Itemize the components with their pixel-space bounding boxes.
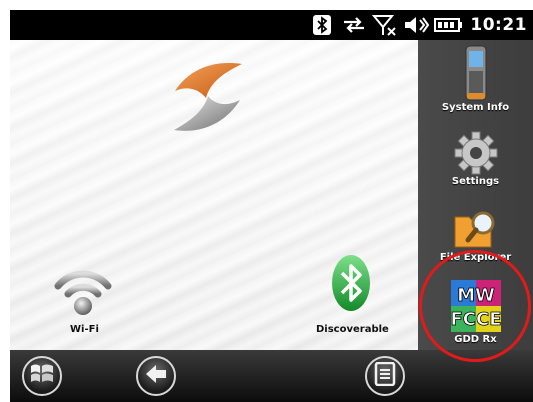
back-button[interactable]	[136, 356, 176, 396]
svg-text:FCCE: FCCE	[450, 309, 501, 330]
wifi-label[interactable]: Wi-Fi	[70, 324, 99, 335]
side-item-file-explorer[interactable]: File Explorer	[418, 206, 533, 263]
wifi-icon[interactable]	[54, 260, 112, 318]
menu-icon	[374, 361, 396, 390]
side-item-label: File Explorer	[439, 252, 512, 263]
taskbar	[10, 350, 533, 402]
menu-button[interactable]	[365, 356, 405, 396]
device-icon	[418, 44, 533, 102]
device-screen: 10:21 Wi-Fi Discoverable System Info Set…	[10, 10, 533, 402]
brand-logo	[170, 58, 245, 138]
discoverable-label[interactable]: Discoverable	[316, 324, 389, 335]
app-icon: MW FCCE	[418, 278, 533, 334]
folder-search-icon	[418, 206, 533, 252]
start-button[interactable]	[22, 356, 62, 396]
no-signal-icon[interactable]	[372, 14, 398, 36]
side-item-gdd-rx[interactable]: MW FCCE GDD Rx	[418, 278, 533, 345]
side-item-label: System Info	[441, 102, 510, 113]
battery-icon[interactable]	[434, 14, 462, 36]
clock[interactable]: 10:21	[470, 15, 527, 35]
status-bar: 10:21	[10, 10, 533, 40]
svg-text:MW: MW	[457, 285, 495, 306]
side-item-label: GDD Rx	[454, 334, 497, 345]
gear-icon	[418, 130, 533, 176]
side-item-label: Settings	[451, 176, 500, 187]
volume-icon[interactable]	[403, 14, 429, 36]
bluetooth-icon[interactable]	[312, 14, 332, 36]
side-panel: System Info Settings File Explorer MW FC…	[418, 40, 533, 350]
sync-arrows-icon[interactable]	[342, 14, 366, 36]
start-icon	[29, 362, 55, 390]
back-icon	[144, 363, 168, 389]
desktop-area: Wi-Fi Discoverable	[10, 40, 418, 350]
bluetooth-icon[interactable]	[331, 254, 371, 312]
side-item-system-info[interactable]: System Info	[418, 44, 533, 113]
side-item-settings[interactable]: Settings	[418, 130, 533, 187]
